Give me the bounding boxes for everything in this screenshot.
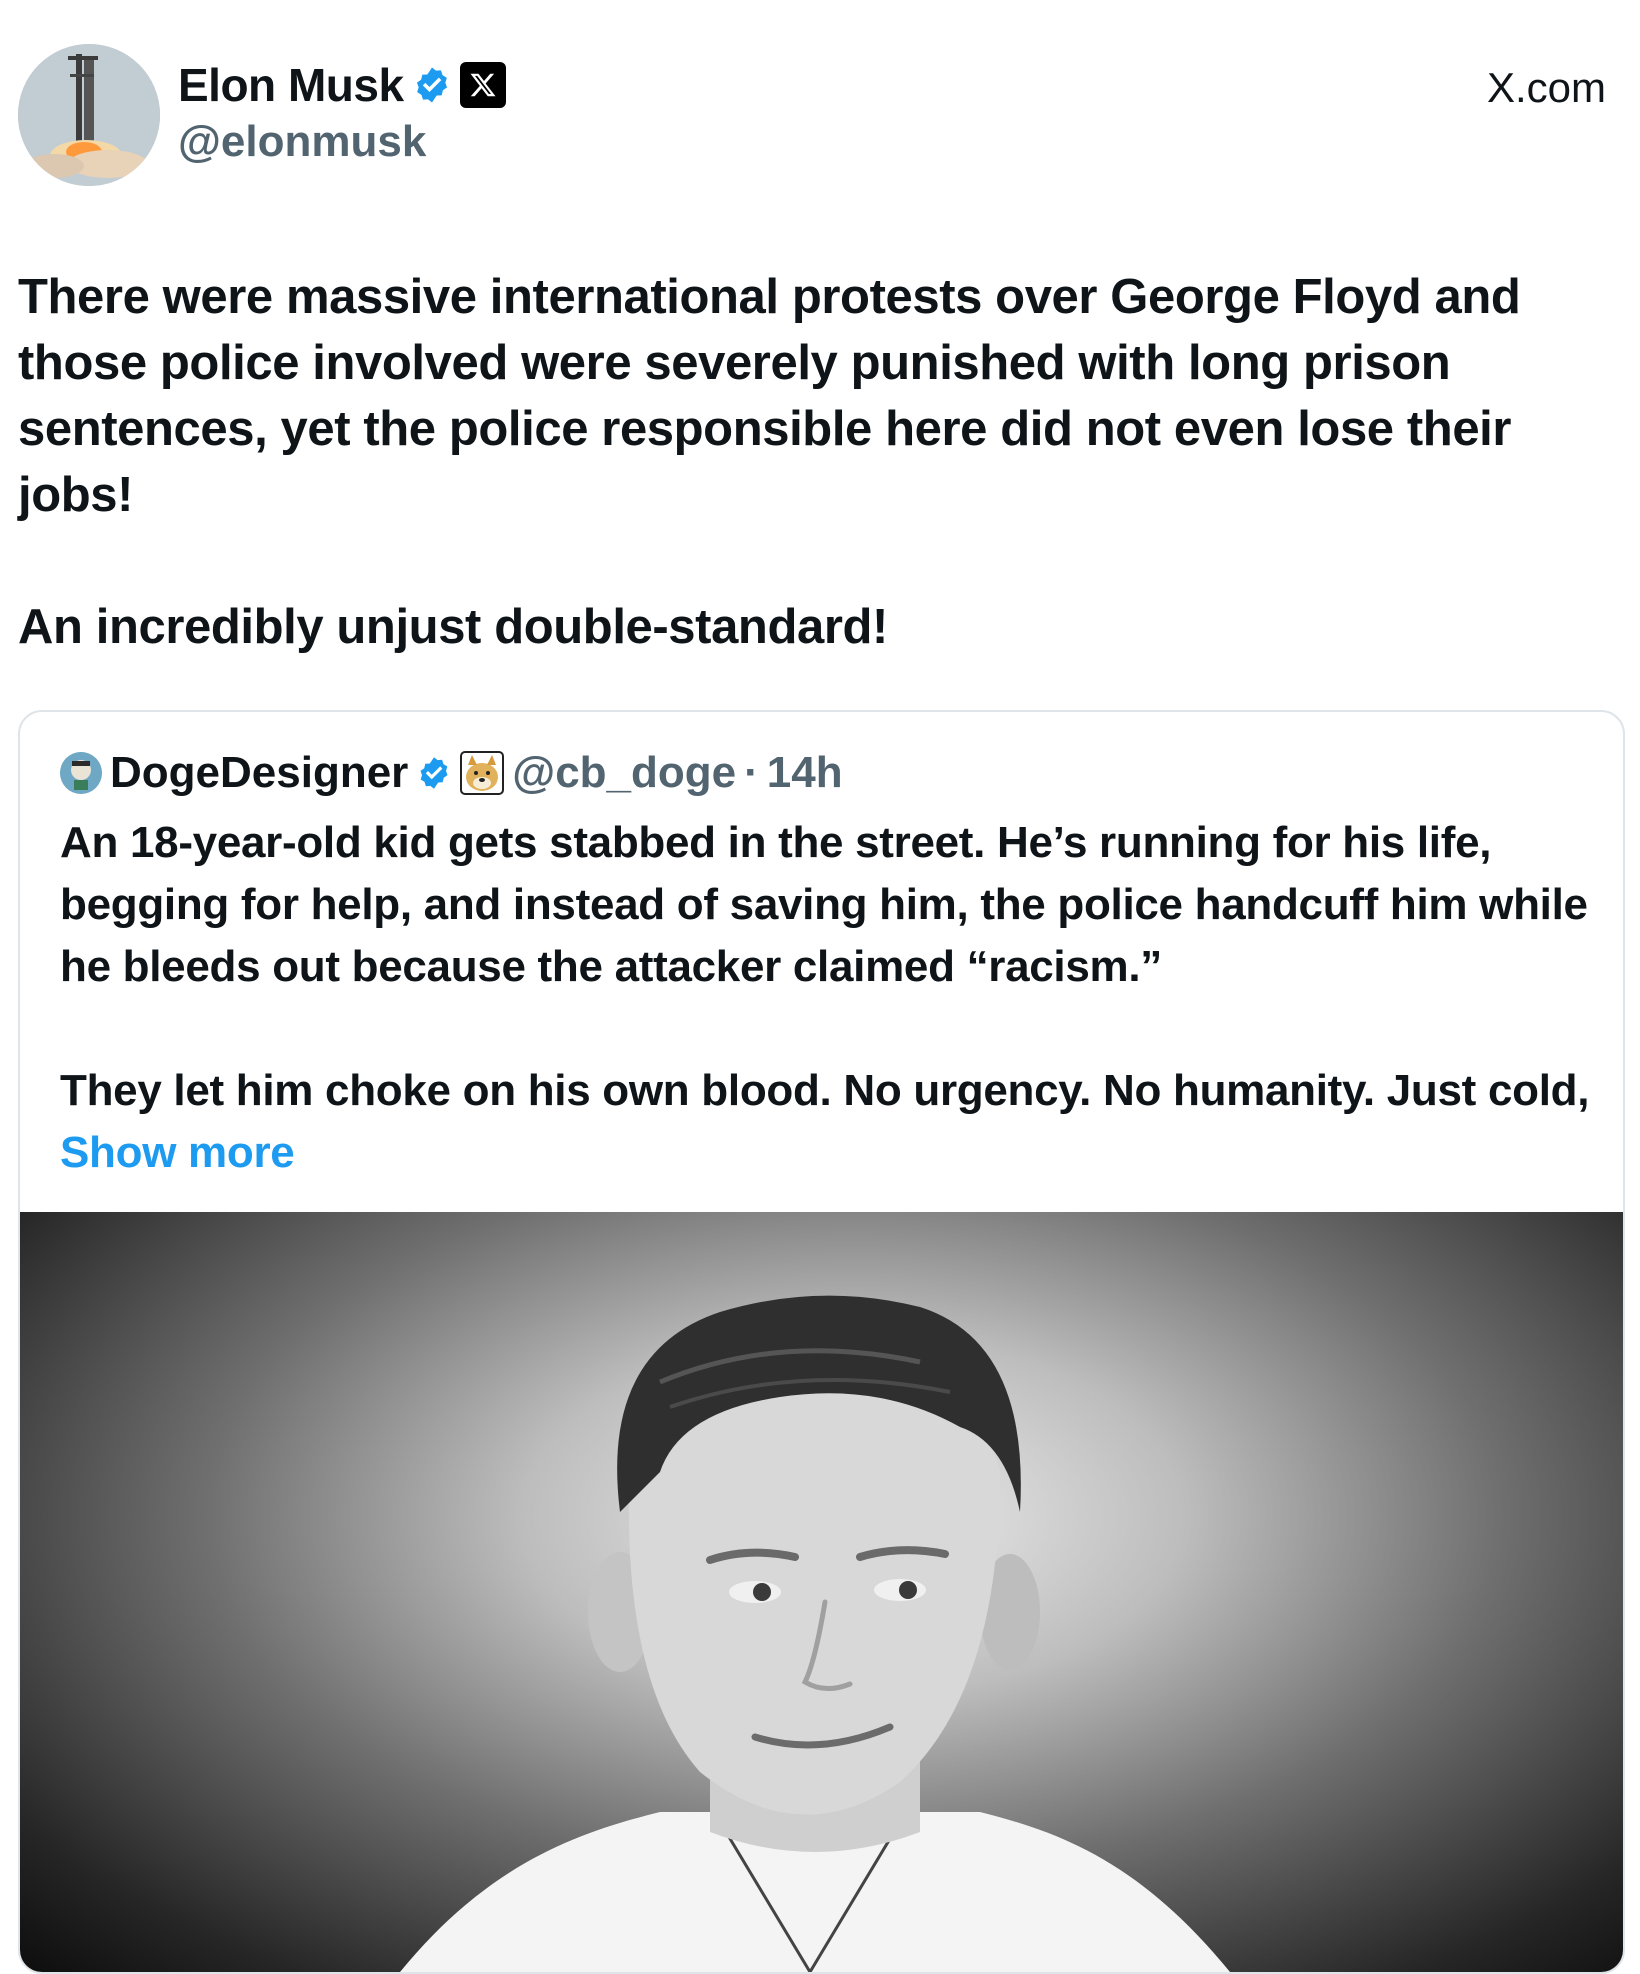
rocket-launch-icon bbox=[18, 44, 160, 186]
quoted-post-header: DogeDesigner @cb_doge · 14h bbox=[60, 748, 843, 798]
separator-dot: · bbox=[744, 748, 759, 797]
show-more-link[interactable]: Show more bbox=[60, 1128, 295, 1177]
quoted-post-card[interactable]: DogeDesigner @cb_doge · 14h An 18-year-o… bbox=[18, 710, 1625, 1974]
post-paragraph: There were massive international protest… bbox=[18, 270, 1521, 522]
post-body: There were massive international protest… bbox=[18, 264, 1598, 660]
quoted-handle[interactable]: @cb_doge bbox=[512, 748, 736, 798]
quoted-display-name[interactable]: DogeDesigner bbox=[110, 748, 408, 798]
quoted-timestamp[interactable]: 14h bbox=[767, 748, 843, 798]
author-avatar[interactable] bbox=[18, 44, 160, 186]
quoted-author-avatar[interactable] bbox=[60, 752, 102, 794]
quoted-paragraph-truncated: They let him choke on his own blood. No … bbox=[60, 1060, 1590, 1184]
portrait-photo bbox=[400, 1295, 1230, 1972]
quoted-media-photo[interactable] bbox=[20, 1212, 1623, 1972]
quoted-paragraph: An 18-year-old kid gets stabbed in the s… bbox=[60, 818, 1588, 991]
cartoon-avatar-icon bbox=[60, 752, 102, 794]
doge-icon bbox=[460, 751, 505, 795]
author-handle[interactable]: @elonmusk bbox=[178, 117, 426, 167]
quoted-paragraph-text: They let him choke on his own blood. No … bbox=[60, 1066, 1590, 1115]
quoted-post-body: An 18-year-old kid gets stabbed in the s… bbox=[60, 812, 1590, 1184]
verified-badge-icon bbox=[420, 757, 448, 789]
verified-badge-icon bbox=[416, 67, 447, 103]
author-display-name[interactable]: Elon Musk bbox=[178, 58, 404, 112]
brand-link[interactable]: X.com bbox=[1487, 64, 1606, 112]
x-logo-icon bbox=[459, 62, 506, 108]
author-display-name-row: Elon Musk bbox=[178, 58, 506, 112]
post-paragraph: An incredibly unjust double-standard! bbox=[18, 600, 888, 654]
